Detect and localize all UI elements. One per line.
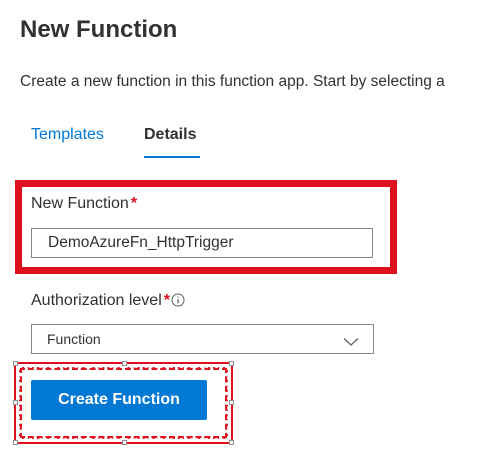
authorization-level-label: Authorization level * [31, 292, 185, 312]
info-icon[interactable] [171, 293, 185, 312]
tab-details[interactable]: Details [144, 126, 196, 144]
resize-handle [229, 440, 234, 445]
authorization-level-value: Function [47, 331, 101, 347]
resize-handle [229, 361, 234, 366]
tab-selected-indicator [144, 156, 200, 158]
function-name-label-text: New Function [31, 195, 129, 212]
resize-handle [13, 400, 18, 405]
resize-handle [13, 361, 18, 366]
required-marker: * [163, 292, 170, 309]
page-description: Create a new function in this function a… [20, 73, 445, 90]
required-marker: * [130, 195, 138, 212]
new-function-panel: New Function Create a new function in th… [0, 0, 497, 455]
tab-templates[interactable]: Templates [31, 126, 104, 144]
resize-handle [122, 361, 127, 366]
resize-handle [13, 440, 18, 445]
authorization-level-label-text: Authorization level [31, 292, 162, 309]
chevron-down-icon [343, 334, 359, 352]
create-function-button[interactable]: Create Function [31, 380, 207, 420]
function-name-input[interactable] [31, 228, 373, 258]
authorization-level-dropdown[interactable]: Function [31, 324, 374, 354]
page-title: New Function [20, 16, 178, 43]
function-name-label: New Function * [31, 195, 137, 213]
resize-handle [229, 400, 234, 405]
resize-handle [122, 440, 127, 445]
